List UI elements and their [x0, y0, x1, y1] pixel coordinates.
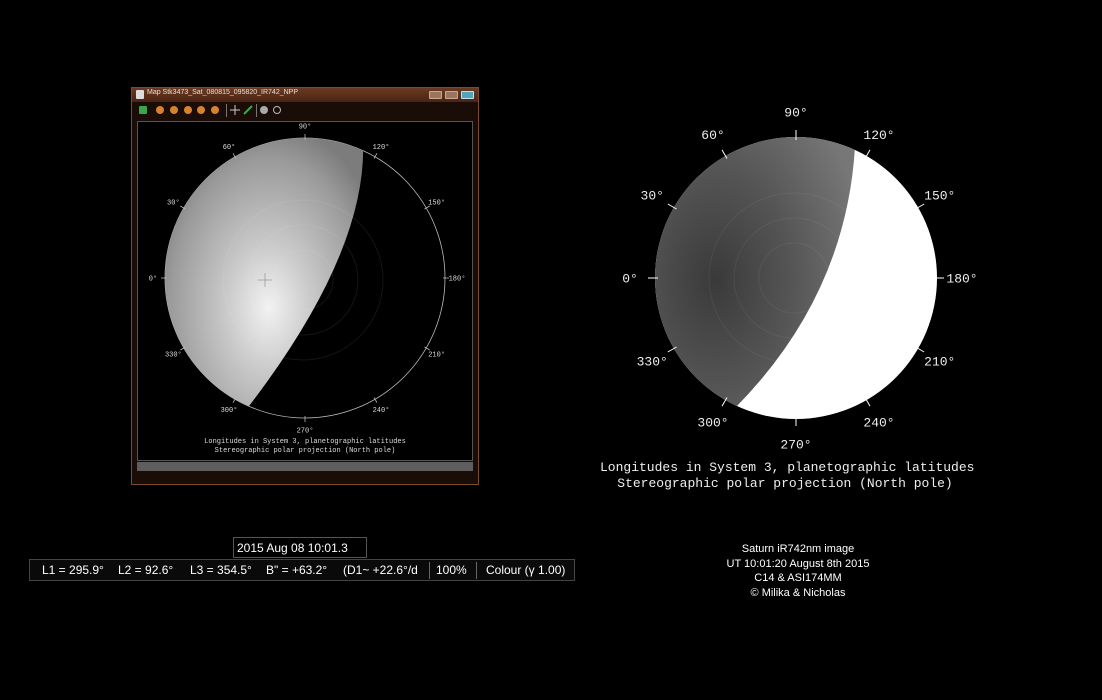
- resize-icon[interactable]: [243, 105, 253, 115]
- small-map-tick-label: 330°: [165, 350, 182, 359]
- l2-value: L2 = 92.6°: [118, 563, 174, 577]
- map-toolbar: [135, 104, 475, 118]
- date-time-field[interactable]: 2015 Aug 08 10:01.3: [233, 537, 367, 558]
- map-window-title: Map Stk3473_Sat_080815_095820_IR742_NPP: [147, 89, 299, 96]
- back-icon[interactable]: [184, 106, 192, 114]
- small-map-tick-label: 60°: [223, 143, 236, 152]
- small-map-tick-label: 270°: [297, 426, 314, 435]
- credits-line4: © Milika & Nicholas: [750, 586, 846, 599]
- rewind-icon[interactable]: [170, 106, 178, 114]
- small-map-tick-label: 240°: [373, 406, 390, 415]
- b-value: B" = +63.2°: [266, 563, 328, 577]
- credits-line1: Saturn iR742nm image: [741, 543, 855, 555]
- empty-circle-icon[interactable]: [273, 106, 281, 114]
- big-caption-line2: Stereographic polar projection (North po…: [617, 476, 953, 491]
- l3-value: L3 = 354.5°: [190, 563, 252, 577]
- small-map-tick-label: 180°: [449, 274, 466, 283]
- map-window-icon: [136, 90, 144, 99]
- map-caption-line1: Longitudes in System 3, planetographic l…: [204, 438, 406, 446]
- small-map-tick-label: 90°: [299, 122, 312, 131]
- small-map-tick-label: 30°: [167, 198, 180, 207]
- image-credits: Saturn iR742nm image UT 10:01:20 August …: [698, 542, 898, 600]
- forward-icon[interactable]: [197, 106, 205, 114]
- big-map-tick-label: 60°: [701, 128, 724, 143]
- big-map-tick-label: 270°: [780, 438, 811, 453]
- map-canvas[interactable]: 90° 120° 150° 180° 210° 240° 270° 300° 330° 0° 30°…: [137, 121, 473, 461]
- ephemeris-bar: L1 = 295.9° L2 = 92.6° L3 = 354.5° B" = …: [29, 559, 575, 581]
- big-map-tick-label: 300°: [697, 415, 728, 430]
- credits-line3: C14 & ASI174MM: [754, 572, 842, 584]
- l1-value: L1 = 295.9°: [42, 563, 104, 577]
- big-caption-line1: Longitudes in System 3, planetographic l…: [600, 460, 975, 475]
- zoom-value[interactable]: 100%: [436, 560, 467, 580]
- map-window-titlebar[interactable]: Map Stk3473_Sat_080815_095820_IR742_NPP: [132, 88, 478, 102]
- crosshair-icon[interactable]: [230, 105, 240, 115]
- save-icon[interactable]: [139, 106, 147, 114]
- colour-setting[interactable]: Colour (γ 1.00): [486, 560, 565, 580]
- small-map-tick-label: 300°: [221, 406, 238, 415]
- zoom-out-icon[interactable]: [156, 106, 164, 114]
- small-map-tick-label: 0°: [149, 274, 157, 283]
- map-caption-line2: Stereographic polar projection (North po…: [214, 447, 396, 455]
- minimize-icon[interactable]: [429, 91, 442, 99]
- small-map-tick-label: 150°: [428, 198, 445, 207]
- d1-value: (D1~ +22.6°/d: [343, 563, 418, 577]
- small-polar-map: 90° 120° 150° 180° 210° 240° 270° 300° 330° 0° 30°…: [149, 122, 466, 435]
- big-map-tick-label: 90°: [784, 106, 807, 121]
- big-map-tick-label: 0°: [622, 272, 638, 287]
- big-map-tick-label: 180°: [946, 272, 977, 287]
- fill-circle-icon[interactable]: [260, 106, 268, 114]
- map-window[interactable]: Map Stk3473_Sat_080815_095820_IR742_NPP: [131, 87, 479, 485]
- close-icon[interactable]: [461, 91, 474, 99]
- restore-icon[interactable]: [445, 91, 458, 99]
- big-map-tick-label: 30°: [641, 189, 664, 204]
- big-map-tick-label: 240°: [863, 415, 894, 430]
- big-map-tick-label: 210°: [924, 355, 955, 370]
- credits-line2: UT 10:01:20 August 8th 2015: [726, 557, 870, 570]
- small-map-tick-label: 120°: [373, 143, 390, 152]
- big-polar-map: 90° 120° 150° 180° 210° 240° 270° 300° 330° 0° 30°…: [622, 106, 977, 453]
- small-map-tick-label: 210°: [428, 350, 445, 359]
- big-map-tick-label: 150°: [924, 189, 955, 204]
- fast-forward-icon[interactable]: [211, 106, 219, 114]
- big-map-tick-label: 330°: [637, 355, 668, 370]
- map-status-strip: [137, 462, 473, 471]
- big-map-tick-label: 120°: [863, 128, 894, 143]
